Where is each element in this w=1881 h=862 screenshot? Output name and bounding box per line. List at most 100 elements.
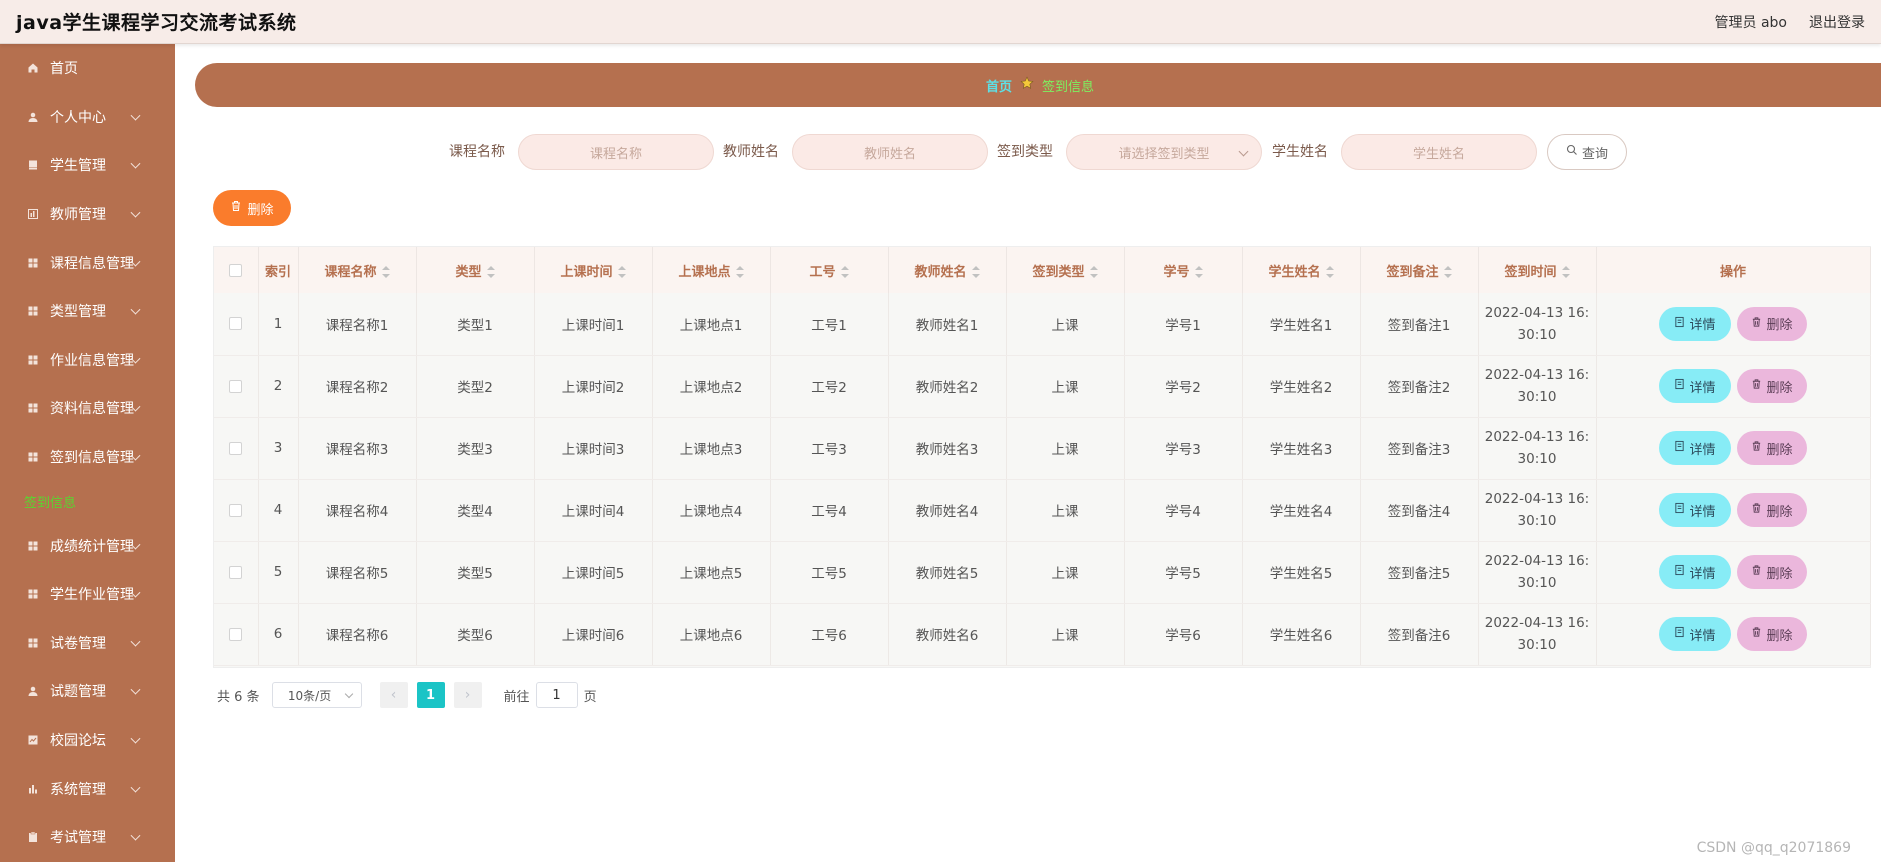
document-icon: [1674, 378, 1685, 394]
sidebar-item-label: 首页: [50, 61, 78, 78]
course-name-input[interactable]: 课程名称: [518, 134, 714, 170]
checkin-type-placeholder: 请选择签到类型: [1118, 146, 1210, 162]
cell-student-no: 学号1: [1124, 293, 1243, 356]
checkin-time-line1: 2022-04-13 16:: [1484, 615, 1590, 631]
column-header[interactable]: 课程名称: [298, 247, 417, 293]
sort-icon[interactable]: [1443, 266, 1452, 278]
checkin-type-select[interactable]: 请选择签到类型: [1066, 134, 1262, 170]
sidebar-item-16[interactable]: 考试管理: [0, 813, 175, 862]
logout-link[interactable]: 退出登录: [1809, 12, 1865, 32]
detail-button[interactable]: 详情: [1659, 369, 1731, 403]
row-delete-button[interactable]: 删除: [1737, 617, 1807, 651]
next-page-button[interactable]: ›: [453, 682, 482, 708]
cell-remark: 签到备注2: [1360, 355, 1479, 418]
row-checkbox[interactable]: [229, 441, 243, 455]
breadcrumb-home[interactable]: 首页: [986, 76, 1012, 95]
checkin-time-line1: 2022-04-13 16:: [1484, 429, 1590, 445]
sidebar-item-3[interactable]: 教师管理: [0, 190, 175, 239]
query-button[interactable]: 查询: [1547, 134, 1627, 170]
row-delete-button[interactable]: 删除: [1737, 493, 1807, 527]
column-header[interactable]: 签到类型: [1006, 247, 1125, 293]
sidebar-item-1[interactable]: 个人中心: [0, 93, 175, 142]
column-header: 操作: [1596, 247, 1871, 293]
chevron-down-icon: [130, 159, 141, 170]
cell-place: 上课地点4: [652, 479, 771, 542]
sidebar-item-13[interactable]: 试题管理: [0, 667, 175, 716]
detail-button[interactable]: 详情: [1659, 431, 1731, 465]
column-header[interactable]: 签到备注: [1360, 247, 1479, 293]
select-all-checkbox[interactable]: [229, 263, 243, 277]
sort-icon[interactable]: [1089, 266, 1098, 278]
row-select-cell: [214, 417, 259, 480]
prev-page-button[interactable]: ‹: [379, 682, 408, 708]
sort-icon[interactable]: [617, 266, 626, 278]
sidebar-item-12[interactable]: 试卷管理: [0, 619, 175, 668]
sidebar-item-label: 校园论坛: [50, 733, 106, 750]
row-checkbox[interactable]: [229, 503, 243, 517]
table-row: 1 课程名称1 类型1 上课时间1 上课地点1 工号1 教师姓名1 上课 学号1 学生姓名1 签到备…: [214, 293, 1871, 356]
sort-icon[interactable]: [381, 266, 390, 278]
sort-icon[interactable]: [735, 266, 744, 278]
checkin-time-line2: 30:10: [1517, 637, 1557, 653]
student-name-input[interactable]: 学生姓名: [1341, 134, 1537, 170]
sidebar-item-5[interactable]: 类型管理: [0, 287, 175, 336]
detail-button[interactable]: 详情: [1659, 493, 1731, 527]
column-header-label: 上课地点: [678, 264, 731, 280]
column-header[interactable]: 上课时间: [534, 247, 653, 293]
sidebar-item-11[interactable]: 学生作业管理: [0, 570, 175, 619]
cell-course: 课程名称1: [298, 293, 417, 356]
sort-icon[interactable]: [971, 266, 980, 278]
row-checkbox[interactable]: [229, 317, 243, 331]
goto-page-input[interactable]: 1: [535, 682, 578, 708]
column-header[interactable]: 学号: [1124, 247, 1243, 293]
column-header[interactable]: 工号: [770, 247, 889, 293]
detail-button[interactable]: 详情: [1659, 555, 1731, 589]
detail-button[interactable]: 详情: [1659, 306, 1731, 341]
row-checkbox[interactable]: [229, 379, 243, 393]
trash-icon: [1751, 564, 1762, 580]
cell-index: 1: [258, 293, 299, 356]
sidebar-item-9[interactable]: 签到信息: [0, 481, 175, 521]
sidebar-item-8[interactable]: 签到信息管理: [0, 433, 175, 482]
row-delete-button[interactable]: 删除: [1737, 431, 1807, 465]
row-delete-label: 删除: [1766, 628, 1793, 644]
cell-time: 上课时间6: [534, 603, 653, 666]
batch-delete-label: 删除: [247, 202, 274, 218]
sidebar-item-label: 课程信息管理: [50, 255, 134, 272]
sidebar-item-label: 类型管理: [50, 304, 106, 321]
detail-button[interactable]: 详情: [1659, 617, 1731, 651]
sidebar-item-14[interactable]: 校园论坛: [0, 716, 175, 765]
sort-icon[interactable]: [840, 266, 849, 278]
row-checkbox[interactable]: [229, 565, 243, 579]
sidebar-item-4[interactable]: 课程信息管理: [0, 238, 175, 287]
row-delete-button[interactable]: 删除: [1737, 369, 1807, 403]
sort-icon[interactable]: [1561, 266, 1570, 278]
sidebar-item-7[interactable]: 资料信息管理: [0, 384, 175, 433]
sidebar-item-6[interactable]: 作业信息管理: [0, 336, 175, 385]
column-header[interactable]: 学生姓名: [1242, 247, 1361, 293]
sort-icon[interactable]: [486, 266, 495, 278]
row-delete-button[interactable]: 删除: [1737, 555, 1807, 589]
sidebar: 首页个人中心 学生管理 教师管理课程信息管理 类型管理作业信息管理资料信息管理签到信息…: [0, 44, 175, 862]
row-checkbox[interactable]: [229, 627, 243, 641]
sort-icon[interactable]: [1194, 266, 1203, 278]
column-header[interactable]: 类型: [416, 247, 535, 293]
column-header[interactable]: 教师姓名: [888, 247, 1007, 293]
column-header: 索引: [258, 247, 299, 293]
cell-type: 类型1: [416, 293, 535, 356]
sidebar-item-0[interactable]: 首页: [0, 44, 175, 93]
sidebar-item-label: 资料信息管理: [50, 401, 134, 418]
cell-type: 类型5: [416, 541, 535, 604]
column-header[interactable]: 上课地点: [652, 247, 771, 293]
sort-icon[interactable]: [1325, 266, 1334, 278]
sidebar-item-15[interactable]: 系统管理: [0, 764, 175, 813]
page-number-current[interactable]: 1: [416, 682, 445, 708]
batch-delete-button[interactable]: 删除: [213, 190, 291, 226]
sidebar-item-2[interactable]: 学生管理: [0, 141, 175, 190]
page-size-select[interactable]: 10条/页: [271, 682, 362, 708]
row-delete-button[interactable]: 删除: [1737, 306, 1807, 341]
row-delete-label: 删除: [1766, 318, 1793, 334]
teacher-name-input[interactable]: 教师姓名: [792, 134, 988, 170]
column-header[interactable]: 签到时间: [1478, 247, 1597, 293]
sidebar-item-10[interactable]: 成绩统计管理: [0, 521, 175, 570]
